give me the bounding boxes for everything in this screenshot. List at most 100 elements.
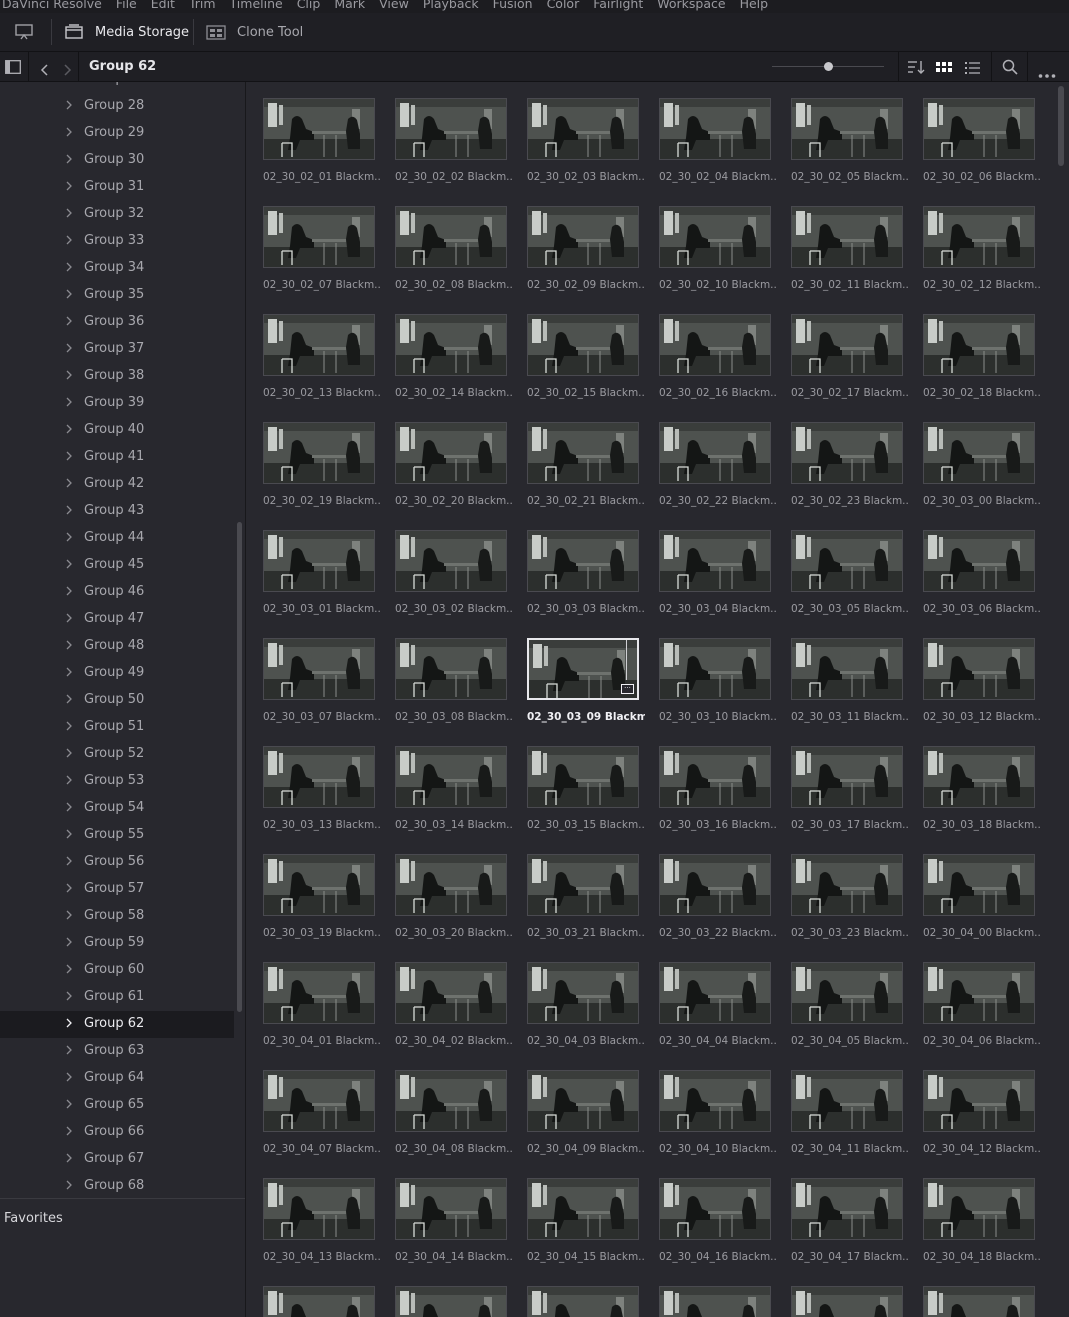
clip-thumbnail[interactable] [791, 98, 903, 160]
chevron-right-icon[interactable] [64, 396, 74, 408]
clip-thumbnail[interactable] [395, 1178, 507, 1240]
grid-scrollbar-thumb[interactable] [1058, 86, 1064, 166]
clip-item[interactable]: 02_30_02_12 Blackm... [907, 190, 1041, 291]
menu-item-help[interactable]: Help [740, 0, 769, 10]
chevron-right-icon[interactable] [64, 288, 74, 300]
clip-item[interactable]: 02_30_04_12 Blackm... [907, 1054, 1041, 1155]
chevron-right-icon[interactable] [64, 369, 74, 381]
clip-item[interactable]: 02_30_03_03 Blackm... [511, 514, 645, 615]
clip-item[interactable]: 02_30_04_16 Blackm... [643, 1162, 777, 1263]
sidebar-item-group-45[interactable]: Group 45 [0, 552, 234, 579]
clip-thumbnail[interactable] [791, 638, 903, 700]
menu-item-color[interactable]: Color [547, 0, 580, 10]
chevron-right-icon[interactable] [64, 1044, 74, 1056]
sidebar-item-group-51[interactable]: Group 51 [0, 714, 234, 741]
clip-thumbnail[interactable] [395, 314, 507, 376]
clip-item[interactable]: 02_30_02_06 Blackm... [907, 82, 1041, 183]
sidebar-item-group-60[interactable]: Group 60 [0, 957, 234, 984]
clip-thumbnail[interactable] [791, 314, 903, 376]
clip-thumbnail[interactable] [395, 746, 507, 808]
sidebar-item-group-59[interactable]: Group 59 [0, 930, 234, 957]
chevron-right-icon[interactable] [64, 207, 74, 219]
clip-item[interactable]: 02_30_03_08 Blackm... [379, 622, 513, 723]
clip-thumbnail[interactable] [395, 1286, 507, 1317]
clip-item[interactable]: 02_30_02_15 Blackm... [511, 298, 645, 399]
clip-thumbnail[interactable] [791, 1286, 903, 1317]
clip-item[interactable]: 02_30_04_04 Blackm... [643, 946, 777, 1047]
clip-item[interactable]: 02_30_04_14 Blackm... [379, 1162, 513, 1263]
clip-thumbnail[interactable] [659, 1286, 771, 1317]
clip-thumbnail[interactable] [263, 530, 375, 592]
clip-item[interactable]: 02_30_04_17 Blackm... [775, 1162, 909, 1263]
sidebar-item-group-55[interactable]: Group 55 [0, 822, 234, 849]
forward-icon[interactable] [62, 61, 72, 80]
clip-item[interactable]: 02_30_02_21 Blackm... [511, 406, 645, 507]
sidebar-item-group-32[interactable]: Group 32 [0, 201, 234, 228]
sidebar-item-group-30[interactable]: Group 30 [0, 147, 234, 174]
chevron-right-icon[interactable] [64, 963, 74, 975]
sidebar-item-group-47[interactable]: Group 47 [0, 606, 234, 633]
zoom-slider-handle[interactable] [823, 62, 833, 71]
clip-item[interactable]: 02_30_02_10 Blackm... [643, 190, 777, 291]
chevron-right-icon[interactable] [64, 558, 74, 570]
clip-item[interactable]: 02_30_02_18 Blackm... [907, 298, 1041, 399]
sidebar-item-group-41[interactable]: Group 41 [0, 444, 234, 471]
clip-item[interactable]: 02_30_03_19 Blackm... [247, 838, 381, 939]
clip-thumbnail[interactable] [791, 530, 903, 592]
clip-thumbnail[interactable] [263, 1070, 375, 1132]
clip-item[interactable]: 02_30_04_01 Blackm... [247, 946, 381, 1047]
clip-thumbnail[interactable] [659, 1178, 771, 1240]
chevron-right-icon[interactable] [64, 909, 74, 921]
clip-item[interactable]: 02_30_04_13 Blackm... [247, 1162, 381, 1263]
menu-item-mark[interactable]: Mark [334, 0, 365, 10]
chevron-right-icon[interactable] [64, 180, 74, 192]
clip-item[interactable]: 02_30_02_09 Blackm... [511, 190, 645, 291]
sidebar-item-group-64[interactable]: Group 64 [0, 1065, 234, 1092]
search-icon[interactable] [1002, 59, 1018, 79]
sidebar-toggle-icon[interactable] [5, 59, 21, 78]
menu-item-edit[interactable]: Edit [151, 0, 175, 10]
clip-thumbnail[interactable] [263, 746, 375, 808]
chevron-right-icon[interactable] [64, 450, 74, 462]
clip-thumbnail[interactable] [263, 638, 375, 700]
clip-thumbnail[interactable] [395, 206, 507, 268]
clip-item[interactable]: 02_30_04_02 Blackm... [379, 946, 513, 1047]
chevron-right-icon[interactable] [64, 531, 74, 543]
sidebar-scrollbar-thumb[interactable] [237, 522, 242, 1012]
clip-thumbnail[interactable] [395, 98, 507, 160]
clip-thumbnail[interactable] [527, 746, 639, 808]
clip-item[interactable]: 02_30_02_23 Blackm... [775, 406, 909, 507]
menu-item-davinci-resolve[interactable]: DaVinci Resolve [2, 0, 102, 10]
sidebar-item-group-62[interactable]: Group 62 [0, 1011, 234, 1038]
grid-view-icon[interactable] [936, 60, 952, 79]
sidebar-item-group-31[interactable]: Group 31 [0, 174, 234, 201]
chevron-right-icon[interactable] [64, 585, 74, 597]
clip-item[interactable]: 02_30_03_21 Blackm... [511, 838, 645, 939]
menu-item-fairlight[interactable]: Fairlight [593, 0, 643, 10]
clip-thumbnail[interactable]: ··· [527, 638, 639, 700]
chevron-right-icon[interactable] [64, 234, 74, 246]
chevron-right-icon[interactable] [64, 1017, 74, 1029]
sidebar-item-group-37[interactable]: Group 37 [0, 336, 234, 363]
chevron-right-icon[interactable] [64, 828, 74, 840]
clip-thumbnail[interactable] [923, 314, 1035, 376]
clip-thumbnail[interactable] [395, 530, 507, 592]
clip-thumbnail[interactable] [923, 746, 1035, 808]
clip-thumbnail[interactable] [923, 98, 1035, 160]
sidebar-item-group-66[interactable]: Group 66 [0, 1119, 234, 1146]
sidebar-item-group-29[interactable]: Group 29 [0, 120, 234, 147]
clip-item[interactable]: 02_30_03_04 Blackm... [643, 514, 777, 615]
media-storage-button[interactable]: Media Storage [64, 23, 189, 41]
clip-item[interactable]: 02_30_02_19 Blackm... [247, 406, 381, 507]
chevron-right-icon[interactable] [64, 936, 74, 948]
clip-thumbnail[interactable] [527, 1178, 639, 1240]
menu-item-playback[interactable]: Playback [423, 0, 479, 10]
clip-item[interactable]: 02_30_03_23 Blackm... [775, 838, 909, 939]
sidebar-item-group-49[interactable]: Group 49 [0, 660, 234, 687]
chevron-right-icon[interactable] [64, 666, 74, 678]
sidebar-item-group-63[interactable]: Group 63 [0, 1038, 234, 1065]
clip-thumbnail[interactable] [263, 314, 375, 376]
clip-item[interactable]: 02_30_03_17 Blackm... [775, 730, 909, 831]
chevron-right-icon[interactable] [64, 747, 74, 759]
clip-item[interactable]: 02_30_04_05 Blackm... [775, 946, 909, 1047]
